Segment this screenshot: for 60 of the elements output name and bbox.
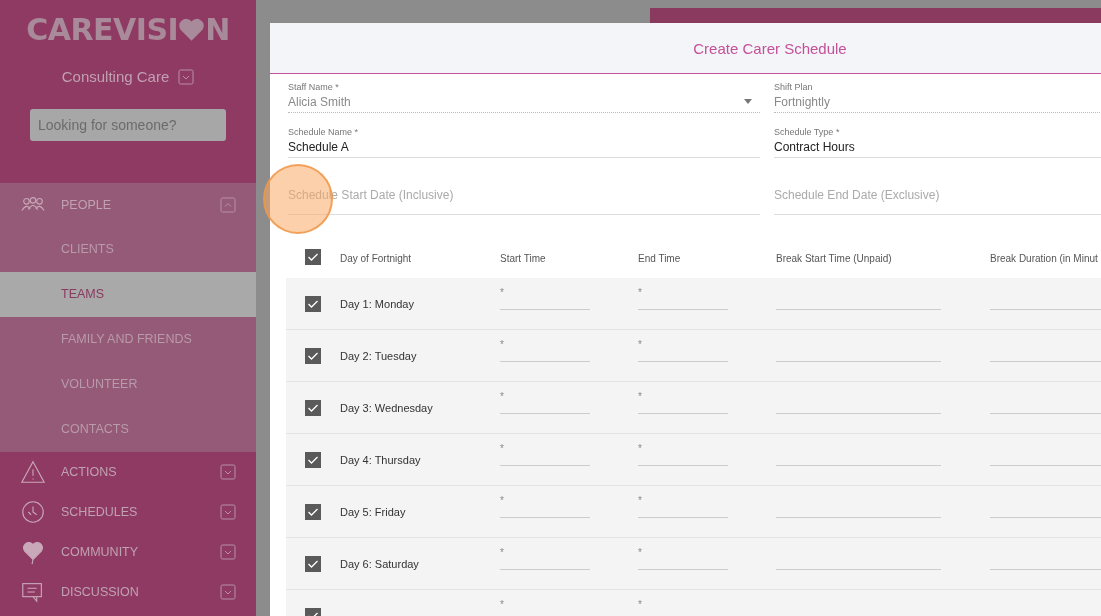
expand-icon[interactable] — [220, 584, 236, 600]
clock-icon — [20, 499, 46, 525]
time-field[interactable]: * — [500, 341, 590, 362]
time-field[interactable]: * — [500, 393, 590, 414]
day-label: Day 2: Tuesday — [340, 349, 417, 362]
time-field[interactable]: * — [500, 445, 590, 466]
expand-icon[interactable] — [220, 504, 236, 520]
expand-icon[interactable] — [220, 464, 236, 480]
nav-subitem[interactable]: CLIENTS — [0, 227, 256, 272]
nav-item[interactable]: ACTIONS — [0, 452, 256, 492]
checkbox[interactable] — [305, 555, 321, 572]
nav-subitem[interactable]: TEAMS — [0, 272, 256, 317]
time-field[interactable]: * — [500, 497, 590, 518]
search-field[interactable]: Looking for someone? — [30, 109, 226, 141]
organization-name: Consulting Care — [61, 68, 170, 85]
nav-subitem[interactable]: FAMILY AND FRIENDS — [0, 317, 256, 362]
time-field[interactable]: * — [638, 341, 728, 362]
time-field[interactable]: * — [500, 601, 590, 616]
column-header: End Time — [638, 252, 681, 264]
checkbox[interactable] — [305, 295, 321, 312]
checkbox[interactable] — [305, 503, 321, 520]
heart-icon — [20, 539, 46, 565]
input-field[interactable]: Schedule Type * Contract Hours — [774, 127, 1101, 158]
checkbox[interactable] — [305, 248, 321, 265]
nav-item[interactable]: COMMUNITY — [0, 532, 256, 572]
time-field[interactable]: * — [638, 549, 728, 570]
day-label: Day 5: Friday — [340, 505, 406, 518]
dialog-title: Create Carer Schedule — [693, 39, 847, 57]
dropdown-icon[interactable] — [178, 68, 195, 85]
day-label: Day 4: Thursday — [340, 453, 421, 466]
time-field[interactable]: * — [638, 601, 728, 616]
checkbox[interactable] — [305, 347, 321, 364]
column-header: Start Time — [500, 252, 546, 264]
time-field[interactable]: * — [638, 497, 728, 518]
time-field[interactable]: * — [638, 289, 728, 310]
column-header: Break Duration (in Minut — [990, 252, 1098, 264]
column-header: Break Start Time (Unpaid) — [776, 252, 892, 264]
nav-item[interactable]: DISCUSSION — [0, 572, 256, 612]
input-field[interactable]: Schedule End Date (Exclusive) — [774, 178, 1101, 215]
input-field[interactable]: Schedule Name * Schedule A — [288, 127, 760, 158]
nav-item[interactable]: SCHEDULES — [0, 492, 256, 532]
caret-icon — [744, 99, 752, 104]
checkbox[interactable] — [305, 451, 321, 468]
collapse-icon[interactable] — [220, 197, 236, 213]
expand-icon[interactable] — [220, 544, 236, 560]
day-label: Day 3: Wednesday — [340, 401, 433, 414]
heart-icon — [178, 16, 206, 42]
day-label: Day 6: Saturday — [340, 557, 419, 570]
day-label: Day 1: Monday — [340, 297, 414, 310]
nav-subitem[interactable]: CONTACTS — [0, 407, 256, 452]
column-header: Day of Fortnight — [340, 252, 412, 264]
checkbox[interactable] — [305, 399, 321, 416]
time-field[interactable]: * — [500, 549, 590, 570]
nav-subitem[interactable]: VOLUNTEER — [0, 362, 256, 407]
nav-item[interactable]: PEOPLE — [0, 183, 256, 227]
time-field[interactable]: * — [638, 393, 728, 414]
logo: CAREVISI N — [25, 12, 231, 46]
warning-icon — [20, 459, 46, 485]
time-field[interactable]: * — [638, 445, 728, 466]
time-field[interactable]: * — [500, 289, 590, 310]
